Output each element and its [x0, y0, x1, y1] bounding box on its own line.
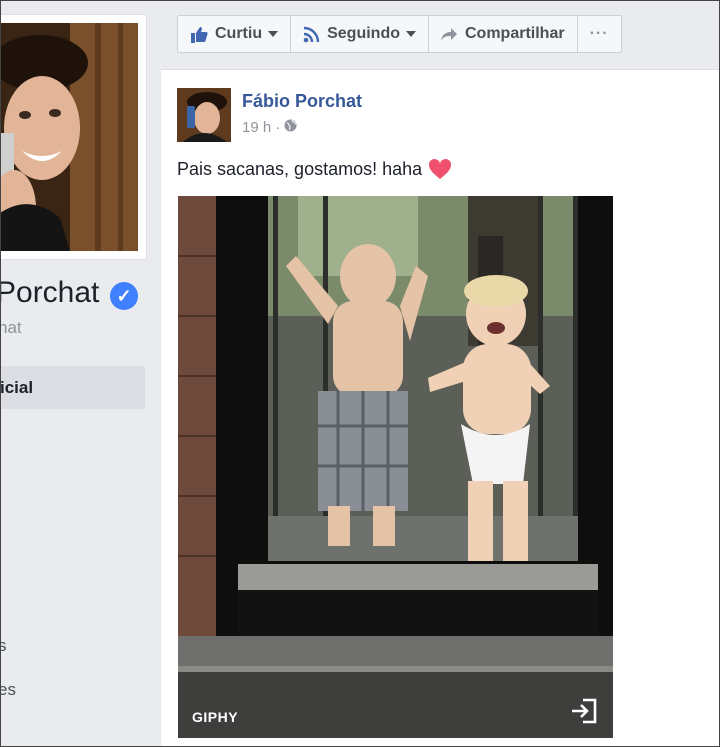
share-button[interactable]: Compartilhar	[429, 16, 578, 52]
verified-badge-icon: ✓	[110, 282, 138, 310]
follow-label: Seguindo	[327, 25, 400, 42]
sidebar-item-active[interactable]: icial	[0, 366, 145, 409]
post-message: Pais sacanas, gostamos! haha	[177, 158, 423, 179]
like-label: Curtiu	[215, 25, 263, 42]
sidebar-item[interactable]: es	[0, 680, 16, 700]
meta-separator: ·	[275, 119, 281, 136]
post-card: Fábio Porchat 19 h · Pais sacanas, gosta…	[161, 70, 720, 747]
sidebar-item[interactable]: s	[0, 636, 7, 656]
gif-frame-illustration	[178, 196, 613, 738]
giphy-label: GIPHY	[192, 709, 239, 725]
share-label: Compartilhar	[465, 25, 565, 42]
like-button[interactable]: Curtiu	[178, 16, 292, 52]
profile-name[interactable]: Porchat	[0, 276, 99, 310]
profile-picture-card[interactable]	[0, 14, 147, 260]
profile-sidebar: Porchat ✓ hat icial s es	[0, 0, 160, 747]
chevron-down-icon	[406, 31, 416, 37]
post-time[interactable]: 19 h	[242, 119, 271, 136]
profile-picture[interactable]	[0, 23, 138, 251]
share-arrow-icon	[441, 27, 458, 42]
post-meta: 19 h ·	[242, 119, 297, 136]
gif-media[interactable]: GIPHY	[178, 196, 613, 738]
author-avatar[interactable]	[177, 88, 231, 142]
main-content: Curtiu Seguindo Compartilhar ··· Fábio P…	[161, 0, 720, 747]
follow-button[interactable]: Seguindo	[291, 16, 429, 52]
post-text: Pais sacanas, gostamos! haha	[177, 158, 452, 180]
avatar-illustration	[177, 88, 231, 142]
open-external-icon[interactable]	[569, 696, 599, 726]
heart-emoji-icon	[428, 158, 452, 180]
globe-icon	[284, 119, 297, 136]
more-options-button[interactable]: ···	[578, 16, 621, 52]
chevron-down-icon	[268, 31, 279, 37]
profile-handle: hat	[0, 318, 22, 337]
page-action-bar: Curtiu Seguindo Compartilhar ···	[177, 15, 622, 53]
thumbs-up-icon	[190, 26, 208, 43]
rss-icon	[303, 26, 320, 43]
profile-photo-illustration	[0, 23, 138, 251]
post-author-link[interactable]: Fábio Porchat	[242, 91, 362, 112]
